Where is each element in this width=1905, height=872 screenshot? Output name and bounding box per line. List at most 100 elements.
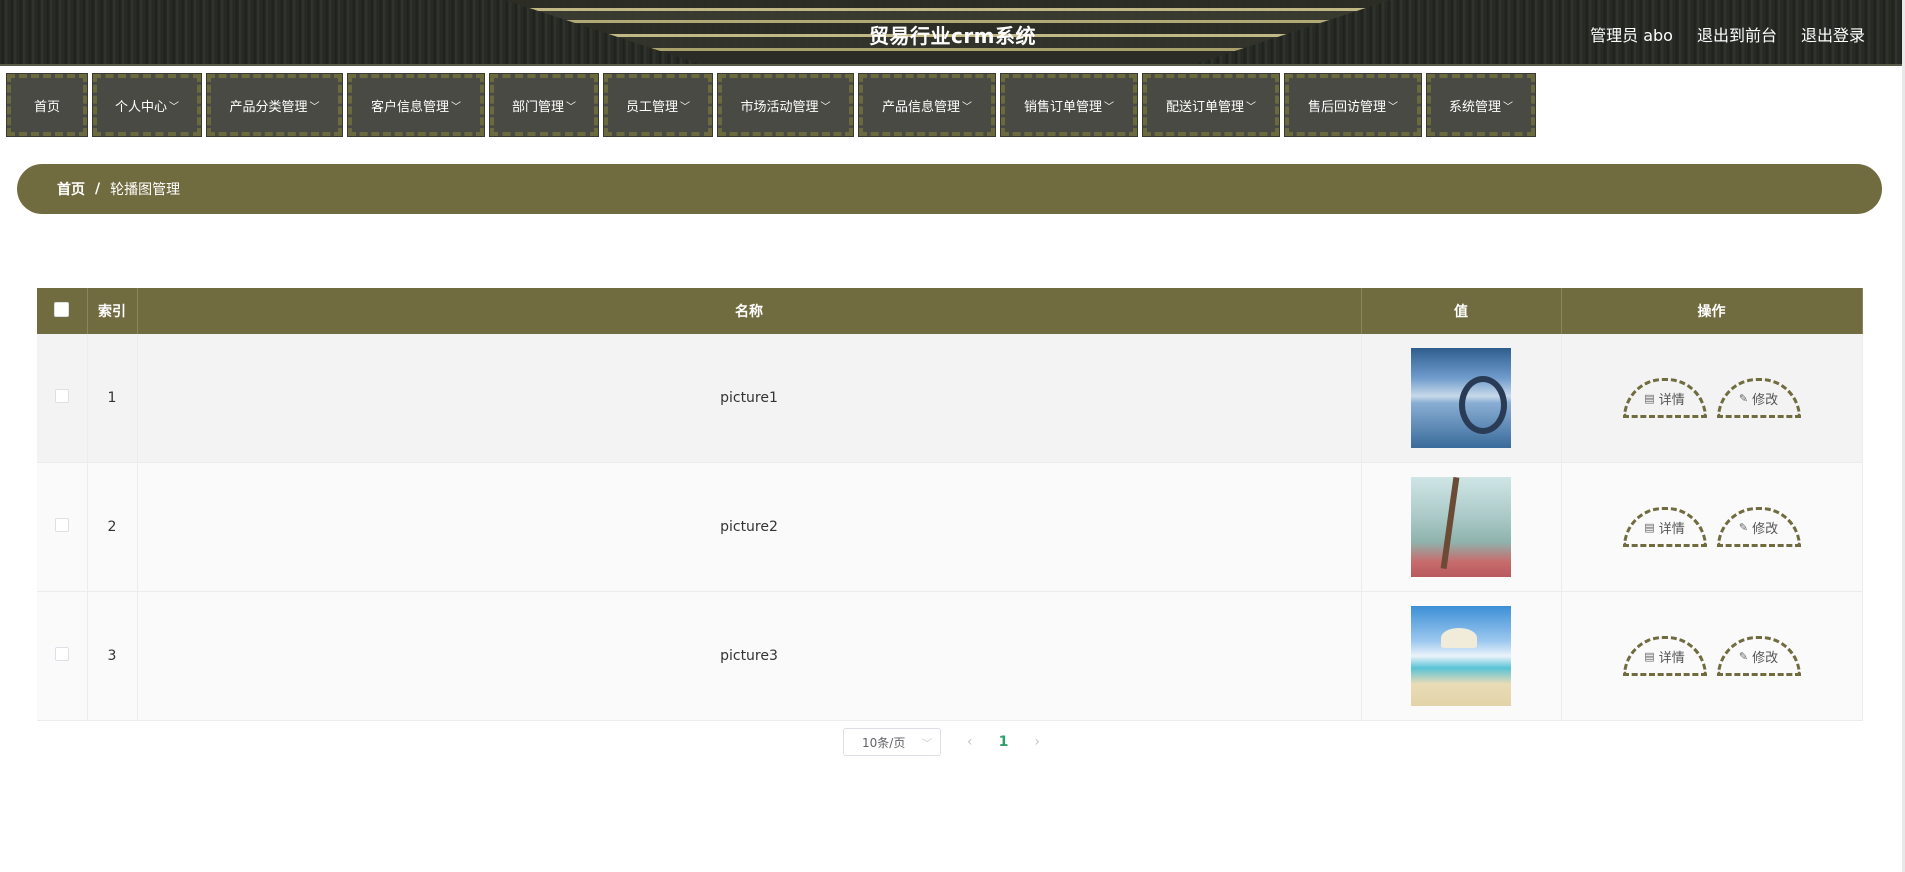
detail-button[interactable]: ▤ 详情	[1622, 378, 1707, 418]
row-checkbox[interactable]	[54, 518, 69, 532]
breadcrumb-separator: /	[95, 181, 101, 197]
chevron-down-icon: ﹀	[1503, 101, 1513, 113]
carousel-table: 索引 名称 值 操作 1 picture1 ▤ 详情 ✎ 修改 2 picture2	[37, 288, 1863, 721]
menu-item-department[interactable]: 部门管理 ﹀	[489, 73, 599, 137]
row-select-cell	[37, 334, 88, 463]
table-row: 2 picture2 ▤ 详情 ✎ 修改	[37, 462, 1863, 592]
row-name: picture3	[137, 591, 1362, 721]
menu-label: 售后回访管理	[1307, 99, 1386, 115]
row-index: 1	[87, 334, 138, 463]
detail-label: 详情	[1658, 650, 1685, 666]
chevron-down-icon: ﹀	[451, 101, 461, 113]
edit-button[interactable]: ✎ 修改	[1716, 378, 1801, 418]
menu-label: 市场活动管理	[740, 99, 819, 115]
row-actions: ▤ 详情 ✎ 修改	[1561, 591, 1863, 721]
top-header: 贸易行业crm系统 管理员 abo 退出到前台 退出登录	[0, 0, 1905, 66]
menu-label: 产品信息管理	[881, 99, 960, 115]
menu-item-product-category[interactable]: 产品分类管理 ﹀	[206, 73, 343, 137]
menu-label: 配送订单管理	[1165, 99, 1244, 115]
image-thumbnail[interactable]	[1411, 348, 1511, 448]
table-header-row: 索引 名称 值 操作	[37, 288, 1863, 334]
chevron-down-icon: ﹀	[566, 101, 576, 113]
column-header-actions: 操作	[1561, 288, 1863, 334]
column-header-name: 名称	[137, 288, 1362, 334]
chevron-down-icon: ﹀	[962, 101, 972, 113]
table-row: 1 picture1 ▤ 详情 ✎ 修改	[37, 334, 1863, 463]
image-thumbnail[interactable]	[1411, 606, 1511, 706]
header-links: 管理员 abo 退出到前台 退出登录	[1590, 22, 1865, 46]
row-index: 2	[87, 462, 138, 592]
menu-item-personal-center[interactable]: 个人中心 ﹀	[92, 73, 202, 137]
chevron-down-icon: ﹀	[169, 101, 179, 113]
detail-label: 详情	[1658, 392, 1685, 408]
row-value-cell	[1361, 591, 1562, 721]
edit-button[interactable]: ✎ 修改	[1716, 636, 1801, 676]
menu-item-employee[interactable]: 员工管理 ﹀	[603, 73, 713, 137]
row-select-cell	[37, 591, 88, 721]
breadcrumb: 首页 / 轮播图管理	[17, 164, 1882, 214]
pencil-icon: ✎	[1738, 520, 1749, 534]
detail-button[interactable]: ▤ 详情	[1622, 636, 1707, 676]
page-number[interactable]: 1	[999, 734, 1009, 750]
row-index: 3	[87, 591, 138, 721]
pencil-icon: ✎	[1738, 391, 1749, 405]
column-header-index: 索引	[87, 288, 138, 334]
chevron-down-icon: ﹀	[1246, 101, 1256, 113]
detail-label: 详情	[1658, 521, 1685, 537]
menu-label: 员工管理	[625, 99, 678, 115]
chevron-down-icon: ﹀	[922, 738, 932, 750]
table-row: 3 picture3 ▤ 详情 ✎ 修改	[37, 591, 1863, 721]
row-name: picture2	[137, 462, 1362, 592]
menu-label: 部门管理	[511, 99, 564, 115]
prev-page-button[interactable]: ‹	[967, 734, 973, 750]
page-size-select[interactable]: 10条/页 ﹀	[843, 728, 941, 756]
breadcrumb-home[interactable]: 首页	[57, 179, 85, 199]
document-icon: ▤	[1644, 649, 1655, 663]
chevron-down-icon: ﹀	[820, 101, 831, 113]
menu-label: 客户信息管理	[370, 99, 449, 115]
column-header-value: 值	[1361, 288, 1562, 334]
next-page-button[interactable]: ›	[1034, 734, 1040, 750]
menu-item-customer-info[interactable]: 客户信息管理 ﹀	[347, 73, 485, 137]
chevron-down-icon: ﹀	[1104, 101, 1114, 113]
row-select-cell	[37, 462, 88, 592]
user-label: 管理员 abo	[1590, 26, 1673, 45]
chevron-down-icon: ﹀	[1388, 101, 1398, 113]
image-thumbnail[interactable]	[1411, 477, 1511, 577]
menu-item-sales-order[interactable]: 销售订单管理 ﹀	[1000, 73, 1138, 137]
menu-item-product-info[interactable]: 产品信息管理 ﹀	[858, 73, 996, 137]
menu-item-after-sales[interactable]: 售后回访管理 ﹀	[1284, 73, 1422, 137]
pagination: 10条/页 ﹀ ‹ 1 ›	[843, 728, 1066, 756]
menu-label: 销售订单管理	[1023, 99, 1102, 115]
menu-item-home[interactable]: 首页	[6, 73, 88, 137]
pencil-icon: ✎	[1738, 649, 1749, 663]
row-actions: ▤ 详情 ✎ 修改	[1561, 334, 1863, 463]
menu-label: 系统管理	[1448, 99, 1501, 115]
exit-to-front-link[interactable]: 退出到前台	[1697, 22, 1777, 46]
edit-button[interactable]: ✎ 修改	[1716, 507, 1801, 547]
detail-button[interactable]: ▤ 详情	[1622, 507, 1707, 547]
menu-label: 个人中心	[114, 99, 167, 115]
logout-link[interactable]: 退出登录	[1801, 22, 1865, 46]
main-menu: 首页 个人中心 ﹀ 产品分类管理 ﹀ 客户信息管理 ﹀ 部门管理 ﹀ 员工管理 ﹀ 市场活…	[6, 73, 1536, 137]
row-checkbox[interactable]	[54, 389, 69, 403]
row-name: picture1	[137, 334, 1362, 463]
row-actions: ▤ 详情 ✎ 修改	[1561, 462, 1863, 592]
select-all-checkbox[interactable]	[54, 301, 70, 317]
document-icon: ▤	[1644, 391, 1655, 405]
edit-label: 修改	[1752, 521, 1779, 537]
menu-item-delivery-order[interactable]: 配送订单管理 ﹀	[1142, 73, 1280, 137]
edit-label: 修改	[1752, 392, 1779, 408]
document-icon: ▤	[1644, 520, 1655, 534]
breadcrumb-current: 轮播图管理	[110, 182, 181, 198]
menu-label: 产品分类管理	[229, 99, 308, 115]
row-value-cell	[1361, 334, 1562, 463]
row-value-cell	[1361, 462, 1562, 592]
edit-label: 修改	[1752, 650, 1779, 666]
menu-item-system[interactable]: 系统管理 ﹀	[1426, 73, 1536, 137]
select-all-cell	[37, 288, 88, 334]
page-size-value: 10条/页	[862, 735, 906, 750]
menu-item-marketing[interactable]: 市场活动管理 ﹀	[717, 73, 854, 137]
menu-label: 首页	[33, 99, 60, 115]
row-checkbox[interactable]	[54, 647, 69, 661]
